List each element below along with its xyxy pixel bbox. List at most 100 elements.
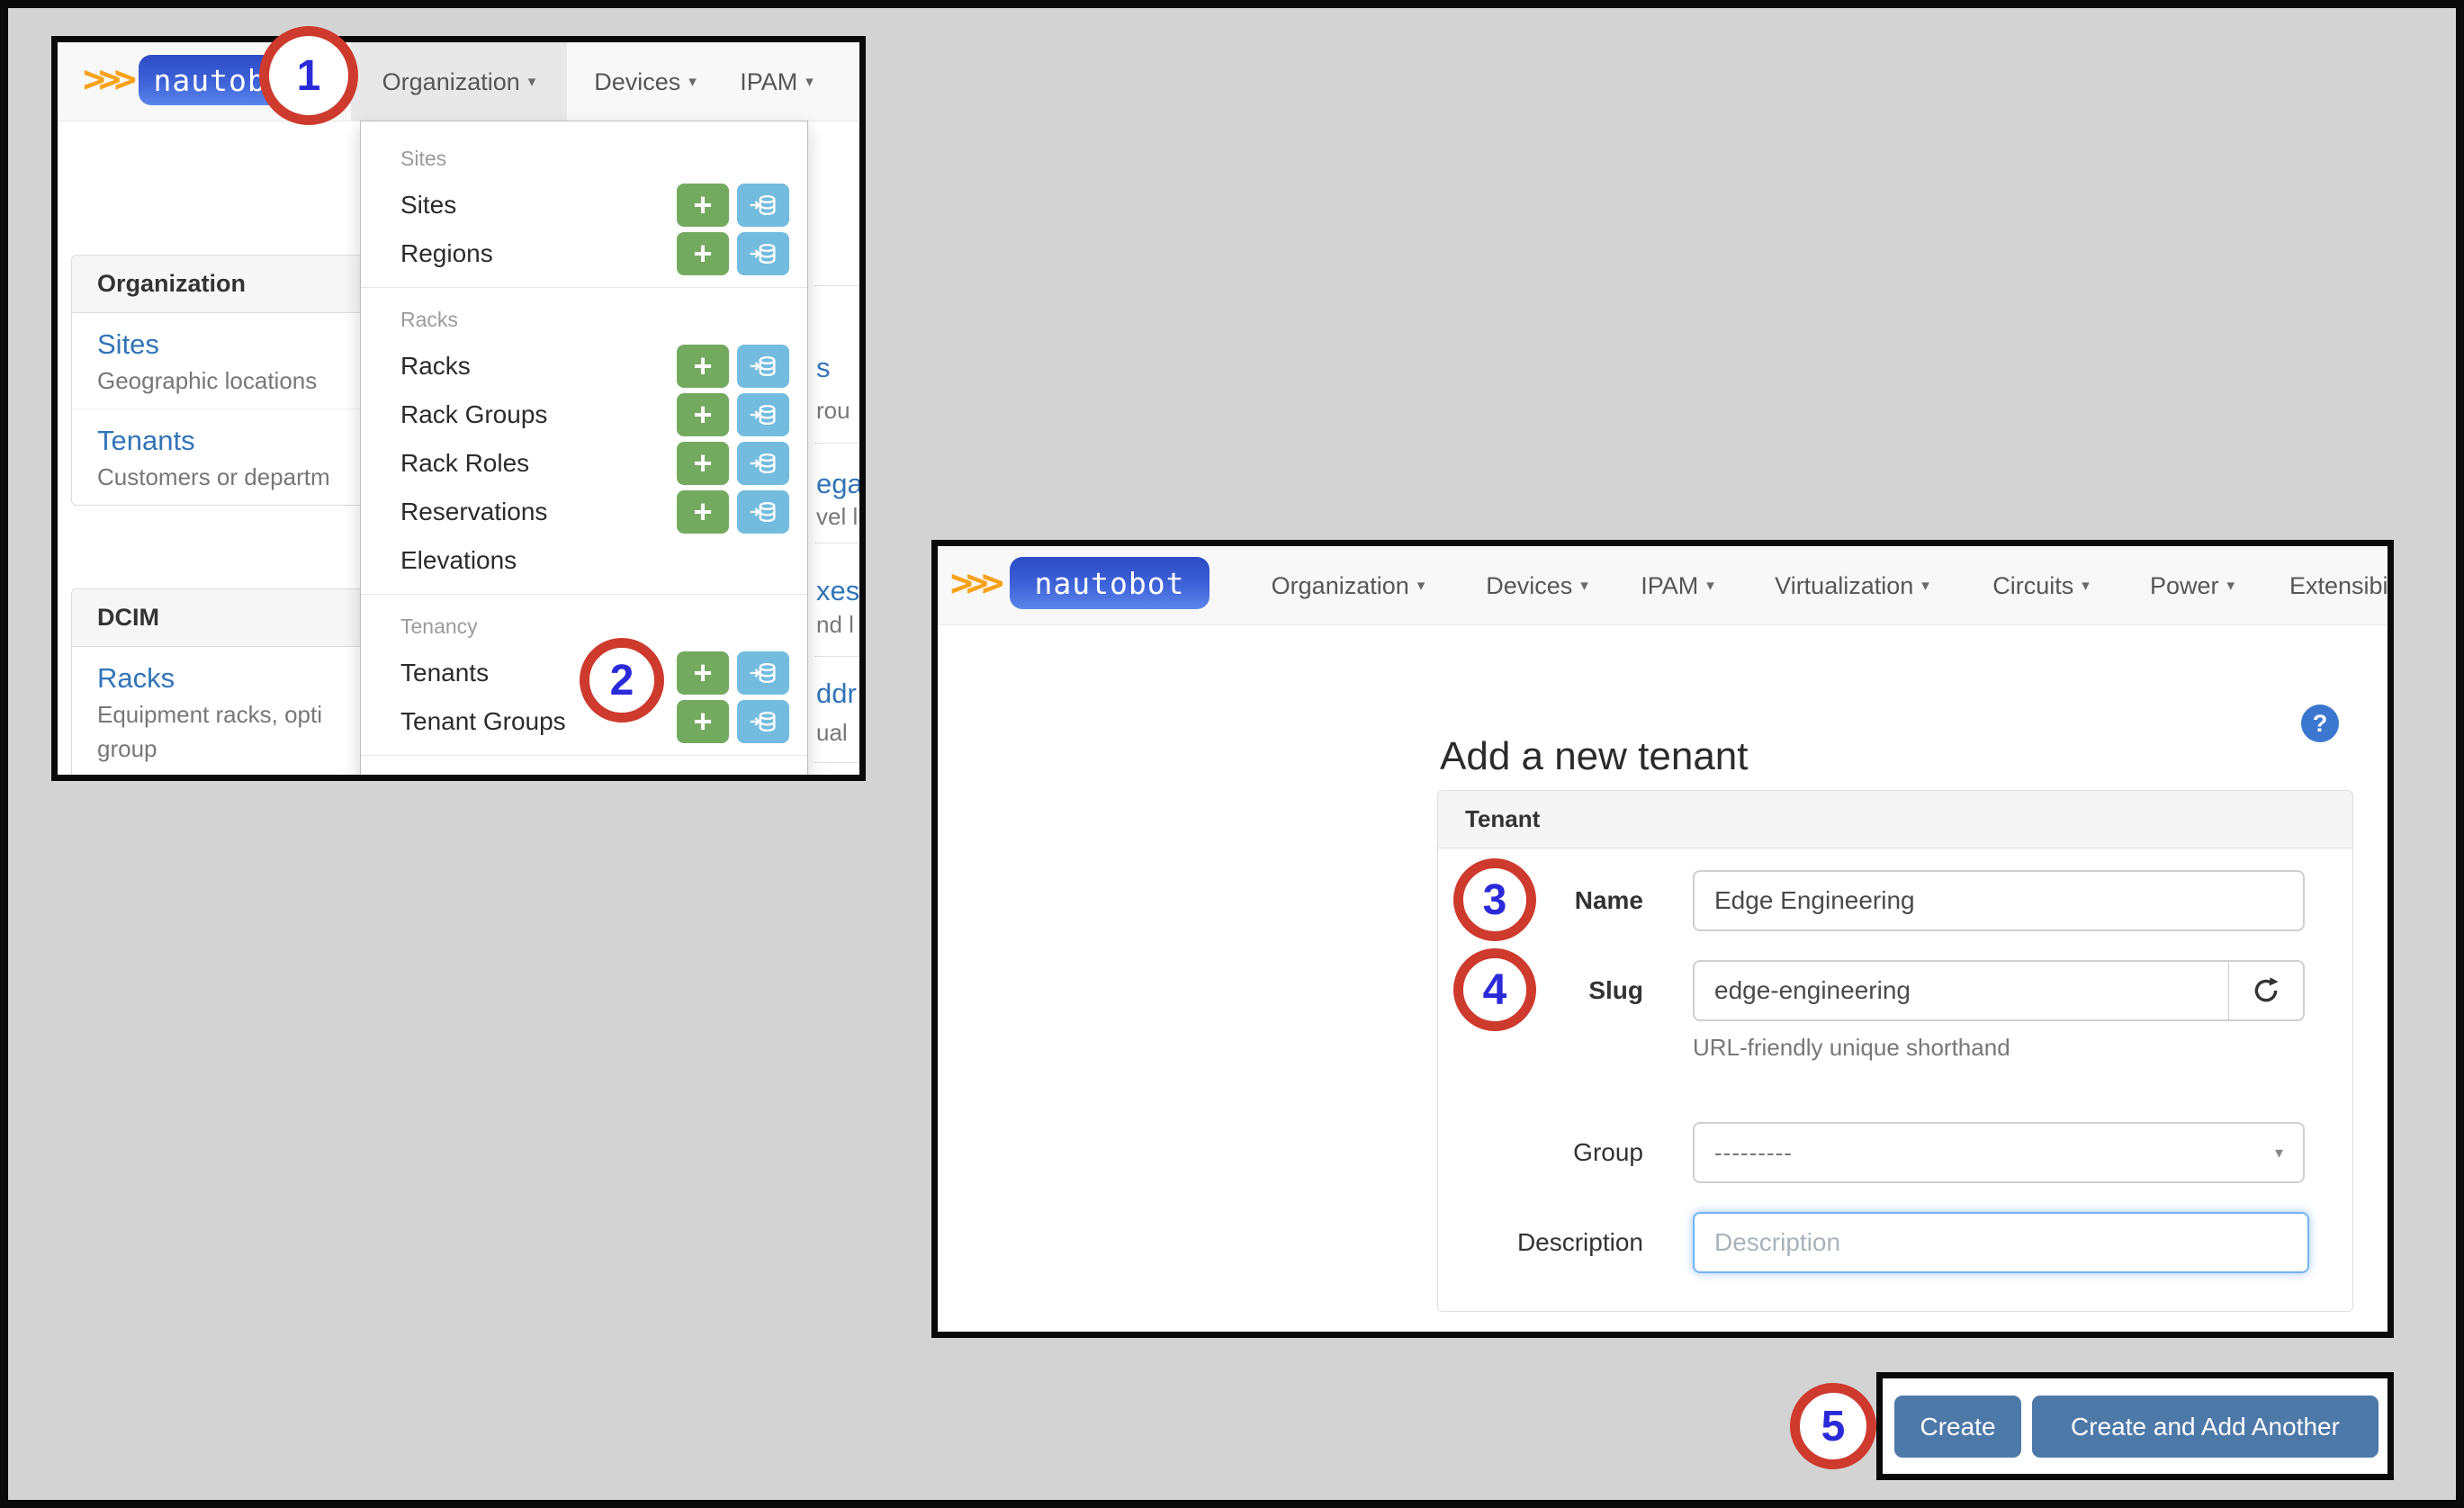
plus-icon: +: [693, 350, 712, 382]
database-import-icon: [749, 193, 778, 217]
callout-1: 1: [259, 26, 358, 125]
slug-input[interactable]: [1693, 960, 2229, 1021]
clipped-text-fragment: rou: [816, 397, 850, 425]
clipped-link-fragment: ddr: [816, 678, 857, 710]
logo-chevrons-icon: >>>: [83, 57, 130, 101]
divider: [361, 755, 807, 756]
dropdown-item-rack-roles[interactable]: Rack Roles +: [361, 439, 807, 488]
clipped-text-fragment: nd l: [816, 611, 854, 639]
nav-item-ipam[interactable]: IPAM▾: [1633, 546, 1722, 625]
caret-down-icon: ▾: [2226, 577, 2235, 595]
logo-chevrons-icon: >>>: [950, 561, 997, 605]
database-import-icon: [749, 403, 778, 426]
dropdown-section-tenancy: Tenancy: [361, 604, 807, 649]
database-import-icon: [749, 355, 778, 378]
description-input[interactable]: [1693, 1212, 2309, 1273]
plus-icon: +: [693, 238, 712, 270]
clipped-link-fragment: s: [816, 352, 831, 384]
dropdown-item-regions[interactable]: Regions +: [361, 229, 807, 278]
group-label: Group: [1465, 1122, 1643, 1183]
nav-item-organization[interactable]: Organization ▾: [351, 42, 567, 121]
dropdown-item-rack-groups[interactable]: Rack Groups +: [361, 390, 807, 439]
clipped-text-fragment: ual: [816, 719, 848, 747]
tenant-form-card: Tenant Name Slug URL-friendly unique sho…: [1437, 790, 2353, 1312]
add-button[interactable]: +: [677, 651, 729, 695]
nav-item-power[interactable]: Power▾: [2142, 546, 2243, 625]
divider: [814, 285, 861, 286]
help-button[interactable]: ?: [2301, 705, 2339, 742]
caret-down-icon: ▾: [688, 73, 697, 91]
add-button[interactable]: +: [677, 490, 729, 534]
nautobot-logo[interactable]: nautobot: [1010, 557, 1210, 609]
group-select[interactable]: --------- ▾: [1693, 1122, 2305, 1183]
dropdown-item-elevations[interactable]: Elevations: [361, 536, 807, 585]
database-import-icon: [749, 452, 778, 475]
create-and-add-another-button[interactable]: Create and Add Another: [2032, 1396, 2379, 1458]
callout-5: 5: [1790, 1383, 1876, 1469]
create-button[interactable]: Create: [1894, 1396, 2021, 1458]
form-buttons-box: Create Create and Add Another: [1876, 1372, 2394, 1480]
description-label: Description: [1465, 1212, 1643, 1273]
import-button[interactable]: [737, 700, 789, 743]
nav-bar: >>> nautobot Organization ▾ Devices ▾ IP…: [58, 42, 859, 121]
divider: [814, 656, 861, 657]
dropdown-item-sites[interactable]: Sites +: [361, 181, 807, 229]
divider: [361, 594, 807, 595]
caret-down-icon: ▾: [2275, 1144, 2283, 1162]
add-button[interactable]: +: [677, 345, 729, 388]
nav-item-devices[interactable]: Devices▾: [1479, 546, 1596, 625]
card-header: Tenant: [1438, 791, 2352, 848]
refresh-icon: [2251, 975, 2281, 1006]
callout-3: 3: [1453, 858, 1536, 941]
callout-4: 4: [1453, 948, 1536, 1031]
add-button[interactable]: +: [677, 184, 729, 227]
add-button[interactable]: +: [677, 442, 729, 485]
import-button[interactable]: [737, 393, 789, 436]
database-import-icon: [749, 661, 778, 685]
nav-item-virtualization[interactable]: Virtualization▾: [1764, 546, 1940, 625]
import-button[interactable]: [737, 651, 789, 695]
database-import-icon: [749, 710, 778, 733]
tutorial-image: >>> nautobot Organization ▾ Devices ▾ IP…: [0, 0, 2464, 1508]
plus-icon: +: [693, 657, 712, 689]
database-import-icon: [749, 500, 778, 524]
nav-item-devices[interactable]: Devices ▾: [587, 42, 704, 121]
import-button[interactable]: [737, 184, 789, 227]
dropdown-item-tenant-groups[interactable]: Tenant Groups +: [361, 697, 807, 746]
plus-icon: +: [693, 447, 712, 480]
slug-field-group: [1693, 960, 2305, 1021]
import-button[interactable]: [737, 345, 789, 388]
nav-item-organization[interactable]: Organization▾: [1260, 546, 1436, 625]
dropdown-item-racks[interactable]: Racks +: [361, 342, 807, 390]
plus-icon: +: [693, 399, 712, 431]
clipped-link-fragment: xes: [816, 575, 859, 607]
add-button[interactable]: +: [677, 393, 729, 436]
database-import-icon: [749, 242, 778, 265]
question-icon: ?: [2313, 710, 2328, 738]
import-button[interactable]: [737, 232, 789, 275]
caret-down-icon: ▾: [1417, 577, 1425, 595]
clipped-link-fragment: ega: [816, 468, 863, 500]
plus-icon: +: [693, 189, 712, 221]
caret-down-icon: ▾: [1706, 577, 1714, 595]
screenshot-add-tenant: >>> nautobot Organization▾ Devices▾ IPAM…: [931, 540, 2394, 1338]
slug-helper-text: URL-friendly unique shorthand: [1693, 1034, 2010, 1062]
dropdown-section-sites: Sites: [361, 136, 807, 181]
import-button[interactable]: [737, 442, 789, 485]
nav-item-extensibility[interactable]: Extensibi: [2289, 546, 2394, 625]
add-button[interactable]: +: [677, 232, 729, 275]
name-input[interactable]: [1693, 870, 2305, 931]
divider: [361, 287, 807, 288]
callout-2: 2: [580, 638, 664, 723]
plus-icon: +: [693, 496, 712, 528]
add-button[interactable]: +: [677, 700, 729, 743]
import-button[interactable]: [737, 490, 789, 534]
nav-item-circuits[interactable]: Circuits▾: [1983, 546, 2099, 625]
caret-down-icon: ▾: [528, 73, 536, 91]
caret-down-icon: ▾: [2082, 577, 2090, 595]
regenerate-slug-button[interactable]: [2229, 960, 2305, 1021]
divider: [814, 762, 861, 763]
dropdown-item-reservations[interactable]: Reservations +: [361, 488, 807, 536]
nav-item-ipam[interactable]: IPAM ▾: [722, 42, 832, 121]
page-title: Add a new tenant: [1440, 734, 1748, 779]
